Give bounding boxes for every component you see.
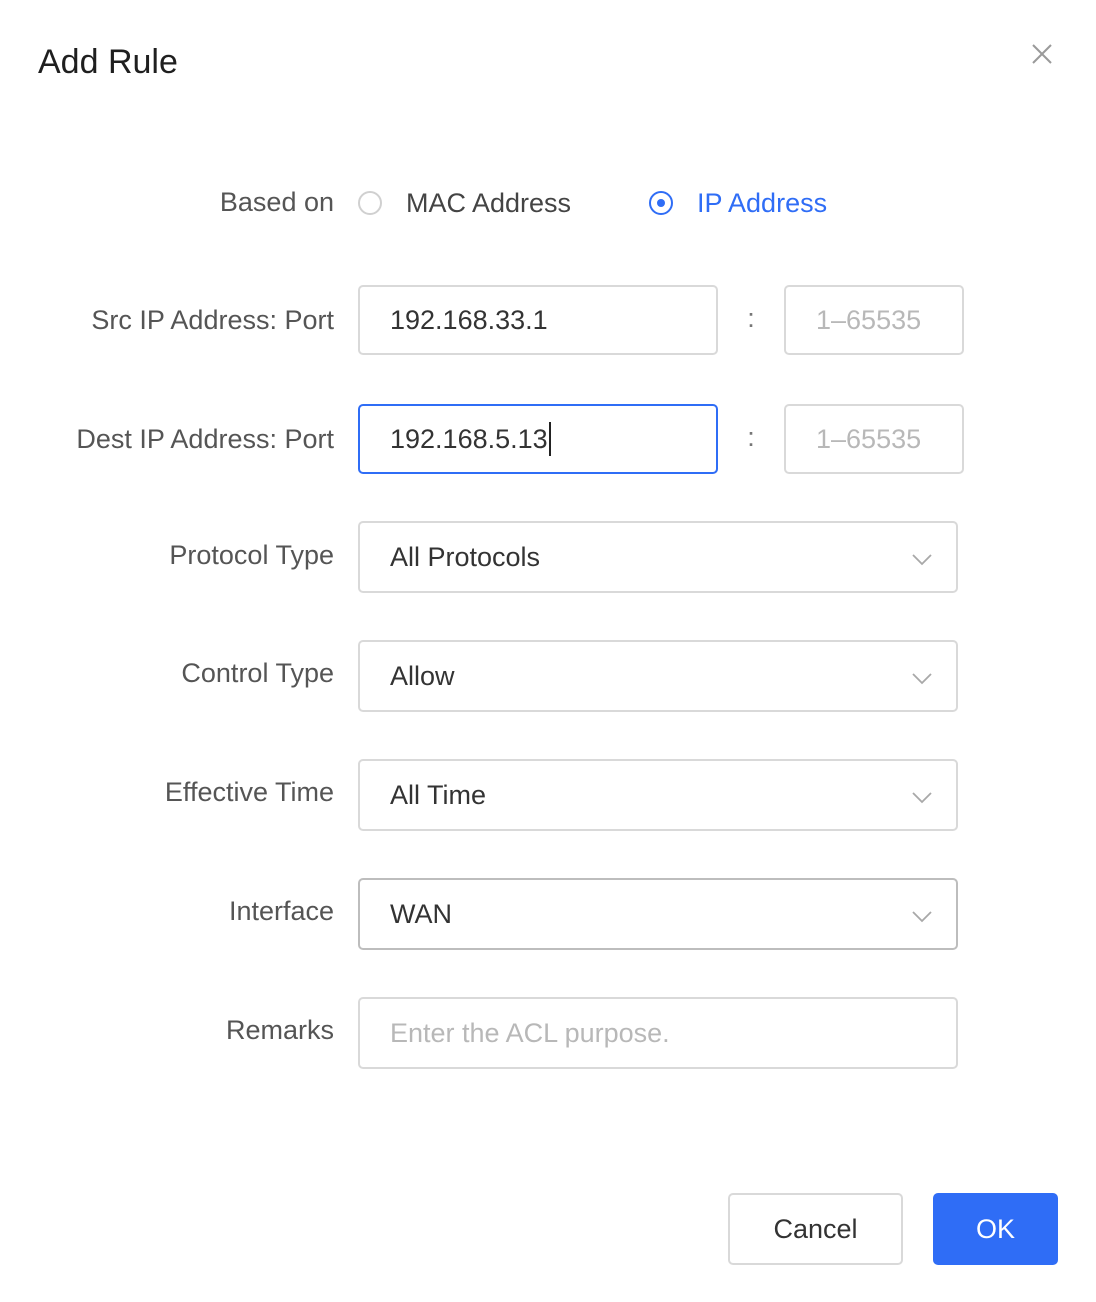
protocol-type-label: Protocol Type (169, 540, 334, 570)
src-port-separator: : (747, 303, 755, 333)
effective-time-select[interactable]: All Time (358, 759, 958, 831)
dest-ip-input[interactable]: 192.168.5.13 (358, 404, 718, 474)
dest-port-placeholder: 1–65535 (816, 423, 922, 454)
dest-ip-label: Dest IP Address: Port (76, 424, 334, 454)
cancel-button[interactable]: Cancel (728, 1193, 903, 1265)
chevron-down-icon (912, 792, 932, 804)
effective-time-label: Effective Time (164, 777, 334, 807)
ok-button[interactable]: OK (933, 1193, 1058, 1265)
src-port-placeholder: 1–65535 (816, 304, 922, 335)
remarks-placeholder: Enter the ACL purpose. (390, 1017, 670, 1048)
radio-mac-address-label: MAC Address (406, 187, 572, 218)
based-on-label: Based on (219, 187, 334, 217)
src-port-input[interactable]: 1–65535 (784, 285, 964, 355)
src-ip-value: 192.168.33.1 (390, 304, 548, 335)
chevron-down-icon (912, 554, 932, 566)
text-caret (548, 422, 551, 456)
src-ip-input[interactable]: 192.168.33.1 (358, 285, 718, 355)
control-type-value: Allow (390, 660, 455, 691)
dest-ip-value: 192.168.5.13 (390, 423, 548, 454)
control-type-select[interactable]: Allow (358, 640, 958, 712)
radio-mac-address[interactable]: MAC Address (358, 186, 571, 220)
dest-port-input[interactable]: 1–65535 (784, 404, 964, 474)
radio-ip-address[interactable]: IP Address (649, 186, 827, 220)
radio-ip-address-label: IP Address (697, 187, 828, 218)
protocol-type-value: All Protocols (390, 541, 541, 572)
dialog-title: Add Rule (38, 43, 178, 81)
add-rule-dialog: Add Rule Based on MAC Address IP Address… (0, 0, 1096, 1302)
close-icon[interactable] (1028, 40, 1056, 68)
chevron-down-icon (912, 911, 932, 923)
radio-circle-unchecked (358, 191, 382, 215)
src-ip-label: Src IP Address: Port (91, 305, 334, 335)
chevron-down-icon (912, 673, 932, 685)
interface-value: WAN (390, 898, 452, 929)
interface-select[interactable]: WAN (358, 878, 958, 950)
remarks-input[interactable]: Enter the ACL purpose. (358, 997, 958, 1069)
interface-label: Interface (228, 896, 334, 926)
control-type-label: Control Type (181, 658, 334, 688)
protocol-type-select[interactable]: All Protocols (358, 521, 958, 593)
dest-port-separator: : (747, 422, 755, 452)
radio-circle-checked (649, 191, 673, 215)
effective-time-value: All Time (390, 779, 487, 810)
remarks-label: Remarks (225, 1015, 334, 1045)
